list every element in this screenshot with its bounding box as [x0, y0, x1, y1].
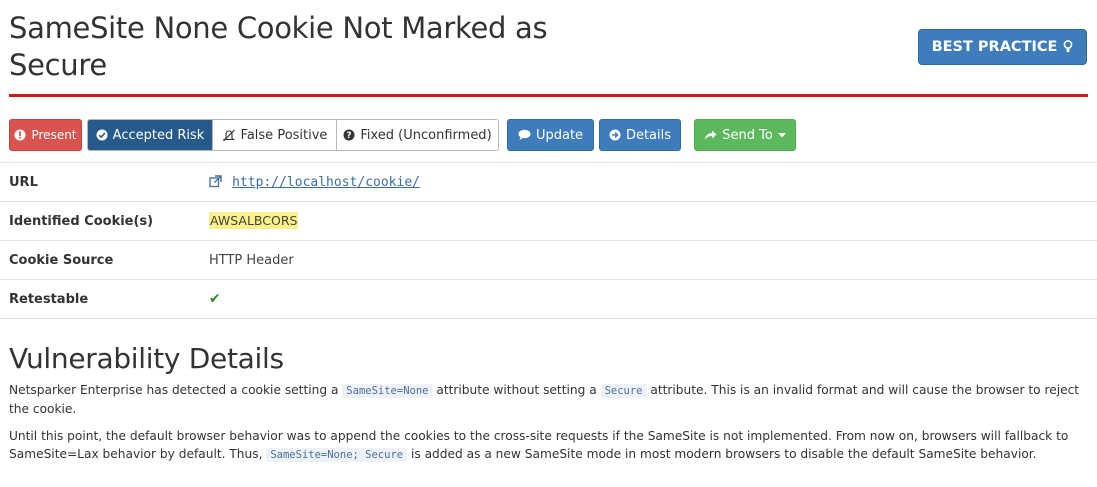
- exclamation-circle-icon: [14, 129, 26, 141]
- accepted-risk-label: Accepted Risk: [112, 127, 205, 143]
- fixed-unconfirmed-label: Fixed (Unconfirmed): [360, 127, 492, 143]
- property-value: HTTP Header: [209, 252, 294, 268]
- vulnerability-paragraph: Until this point, the default browser be…: [9, 427, 1091, 464]
- table-row: URL http://localhost/cookie/: [0, 162, 1097, 202]
- check-circle-icon: [96, 129, 108, 141]
- update-button[interactable]: Update: [507, 119, 594, 151]
- property-key: URL: [9, 174, 38, 190]
- paragraph-text: Netsparker Enterprise has detected a coo…: [9, 383, 343, 397]
- cookie-name-highlight: AWSALBCORS: [209, 212, 299, 229]
- fixed-unconfirmed-button[interactable]: ? Fixed (Unconfirmed): [336, 120, 498, 150]
- page-title: SameSite None Cookie Not Marked as Secur…: [9, 11, 548, 82]
- property-key: Retestable: [9, 291, 89, 307]
- properties-table: URL http://localhost/cookie/ Identified …: [0, 162, 1097, 319]
- property-value: http://localhost/cookie/: [200, 163, 1097, 202]
- present-label: Present: [31, 128, 77, 142]
- false-positive-button[interactable]: False Positive: [212, 120, 336, 150]
- present-button[interactable]: Present: [9, 119, 82, 151]
- severity-label: BEST PRACTICE: [931, 39, 1058, 55]
- property-key: Identified Cookie(s): [9, 213, 154, 229]
- title-divider: [9, 94, 1088, 97]
- details-button[interactable]: Details: [599, 119, 681, 151]
- check-icon: ✔: [209, 291, 221, 307]
- accepted-risk-button[interactable]: Accepted Risk: [88, 120, 212, 150]
- table-row: Cookie Source HTTP Header: [0, 240, 1097, 280]
- table-row: Identified Cookie(s) AWSALBCORS: [0, 201, 1097, 241]
- property-key: Cookie Source: [9, 252, 114, 268]
- vulnerability-paragraph: Netsparker Enterprise has detected a coo…: [9, 381, 1091, 418]
- inline-code: Secure: [600, 384, 647, 398]
- paragraph-text: attribute without setting a: [432, 383, 601, 397]
- url-link[interactable]: http://localhost/cookie/: [232, 175, 420, 190]
- severity-badge-button[interactable]: BEST PRACTICE: [918, 29, 1087, 65]
- paragraph-text: is added as a new SameSite mode in most …: [407, 447, 1037, 461]
- false-positive-label: False Positive: [240, 127, 328, 143]
- details-label: Details: [625, 127, 672, 143]
- share-icon: [704, 130, 717, 141]
- lightbulb-icon: [1063, 40, 1073, 54]
- svg-text:?: ?: [347, 131, 352, 141]
- external-link-icon: [209, 174, 222, 188]
- update-label: Update: [535, 127, 584, 143]
- status-button-group: Accepted Risk False Positive ? Fixed (Un…: [87, 119, 499, 151]
- caret-down-icon: [777, 132, 786, 138]
- comment-icon: [518, 129, 531, 141]
- bell-slash-icon: [222, 129, 236, 142]
- inline-code: SameSite=None; Secure: [266, 448, 408, 462]
- question-circle-icon: ?: [343, 129, 355, 141]
- vulnerability-details-heading: Vulnerability Details: [9, 342, 284, 375]
- table-row: Retestable ✔: [0, 279, 1097, 319]
- inline-code: SameSite=None: [342, 384, 433, 398]
- property-value: ✔: [200, 280, 1097, 319]
- property-value: AWSALBCORS: [200, 202, 1097, 241]
- send-to-button[interactable]: Send To: [694, 119, 796, 151]
- arrow-circle-right-icon: [609, 129, 621, 141]
- send-to-label: Send To: [722, 127, 773, 143]
